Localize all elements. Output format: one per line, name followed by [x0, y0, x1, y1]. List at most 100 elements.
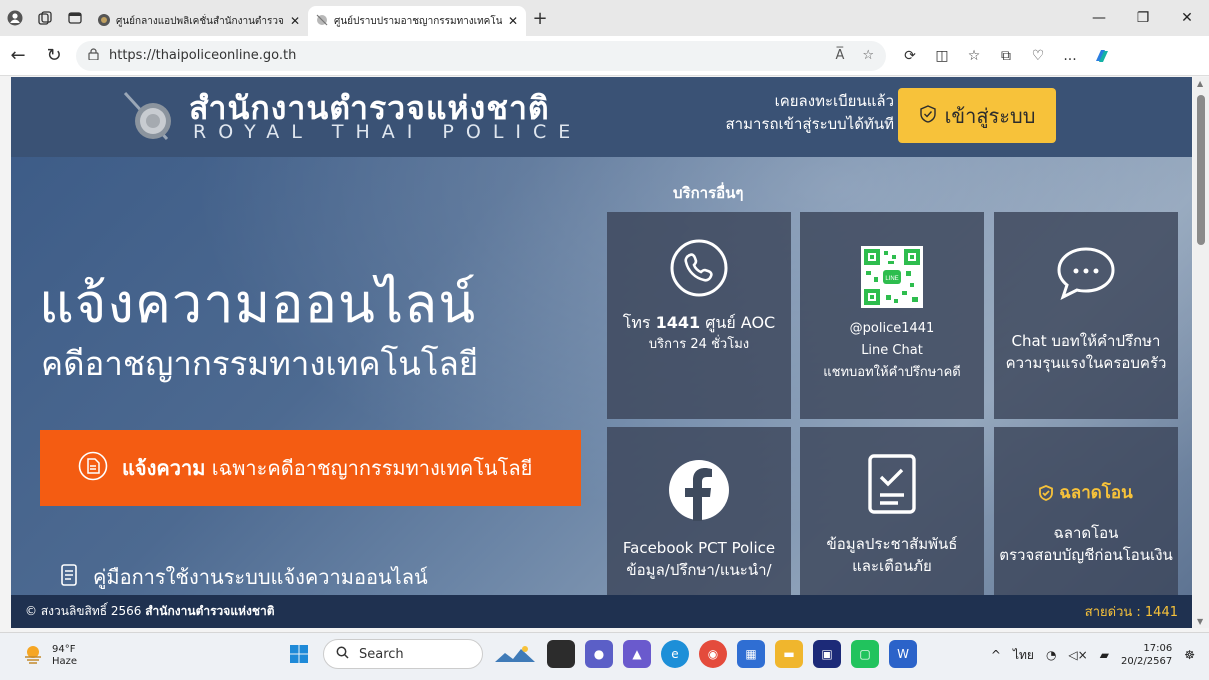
tab-app-center[interactable]: ศูนย์กลางแอปพลิเคชั่นสำนักงานตำรวจ ✕	[90, 6, 308, 36]
favorites-icon[interactable]: ☆	[958, 40, 990, 72]
card-line-handle: @police1441	[849, 321, 935, 336]
store-icon[interactable]: ▦	[737, 640, 765, 668]
profile-icon[interactable]	[0, 3, 30, 33]
police-emblem-logo[interactable]	[121, 87, 181, 147]
favorite-star-icon[interactable]: ☆	[862, 48, 874, 63]
page-scrollbar[interactable]: ▲ ▼	[1193, 77, 1209, 628]
card-chalad-line1: ฉลาดโอน	[1053, 524, 1119, 542]
chalad-on-logo: ฉลาดโอน	[1039, 479, 1133, 506]
login-button[interactable]: เข้าสู่ระบบ	[898, 88, 1056, 143]
workspaces-icon[interactable]	[30, 3, 60, 33]
chat-bubbles-icon	[1051, 244, 1121, 308]
service-card-chatbot-family[interactable]: Chat บอทให้คำปรึกษา ความรุนแรงในครอบครัว	[994, 212, 1178, 419]
close-window-icon[interactable]: ✕	[1165, 0, 1209, 36]
card-pr-line1: ข้อมูลประชาสัมพันธ์	[826, 535, 958, 553]
more-menu-icon[interactable]: ...	[1054, 40, 1086, 72]
notifications-icon[interactable]: ☸	[1184, 648, 1195, 662]
close-tab-icon[interactable]: ✕	[290, 14, 300, 28]
service-card-facebook[interactable]: Facebook PCT Police ข้อมูล/ปรึกษา/แนะนำ/	[607, 427, 791, 595]
word-icon[interactable]: W	[889, 640, 917, 668]
line-qr-code: LINE	[861, 246, 923, 312]
scroll-up-icon[interactable]: ▲	[1197, 79, 1203, 88]
extensions-icon[interactable]: ⟳	[894, 40, 926, 72]
site-footer: © สงวนลิขสิทธิ์ 2566 สำนักงานตำรวจแห่งชา…	[11, 595, 1192, 628]
report-label-rest: เฉพาะคดีอาชญากรรมทางเทคโนโลยี	[211, 456, 533, 480]
site-title-en: ROYAL THAI POLICE	[193, 121, 583, 143]
edge-icon[interactable]: e	[661, 640, 689, 668]
line-app-icon[interactable]: ▢	[851, 640, 879, 668]
police-favicon-icon	[98, 13, 110, 29]
windows-taskbar: 94°F Haze Search ● ▲ e ◉ ▦ ▬ ▣ ▢ W ^ ไทย…	[0, 632, 1209, 680]
back-button[interactable]: ←	[0, 38, 36, 74]
registered-line-1: เคยลงทะเบียนแล้ว	[774, 92, 894, 110]
read-aloud-icon[interactable]: A̅	[835, 48, 844, 63]
report-crime-button[interactable]: แจ้งความ เฉพาะคดีอาชญากรรมทางเทคโนโลยี	[40, 430, 581, 506]
svg-text:LINE: LINE	[885, 276, 898, 282]
refresh-button[interactable]: ↻	[36, 38, 72, 74]
service-card-chalad-on[interactable]: ฉลาดโอน ฉลาดโอน ตรวจสอบบัญชีก่อนโอนเงิน	[994, 427, 1178, 595]
clock-date: 20/2/2567	[1120, 656, 1173, 667]
language-indicator[interactable]: ไทย	[1013, 646, 1034, 665]
landscape-widget-icon[interactable]	[493, 640, 537, 668]
browser-essentials-icon[interactable]: ♡	[1022, 40, 1054, 72]
hero-title: แจ้งความออนไลน์	[39, 272, 477, 335]
copilot-icon[interactable]	[1086, 40, 1118, 72]
collections-icon[interactable]: ⧉	[990, 40, 1022, 72]
search-icon	[336, 646, 349, 663]
taskbar-search[interactable]: Search	[323, 639, 483, 669]
tab-actions-icon[interactable]	[60, 3, 90, 33]
police-favicon-icon	[316, 14, 328, 29]
new-tab-button[interactable]: +	[526, 8, 554, 29]
url-field[interactable]: https://thaipoliceonline.go.th A̅ ☆	[76, 40, 886, 71]
windows-start-icon[interactable]	[285, 640, 313, 668]
scroll-down-icon[interactable]: ▼	[1197, 617, 1203, 626]
document-icon	[78, 451, 108, 486]
system-tray: ^ ไทย ◔ ◁× ▰ 17:06 20/2/2567 ☸	[991, 642, 1195, 668]
facebook-icon	[668, 459, 730, 525]
weather-temp: 94°F	[52, 644, 76, 655]
sun-haze-icon	[22, 643, 44, 669]
file-explorer-icon[interactable]: ▬	[775, 640, 803, 668]
taskbar-apps: Search ● ▲ e ◉ ▦ ▬ ▣ ▢ W	[285, 639, 917, 669]
card-facebook-line2: ข้อมูล/ปรึกษา/แนะนำ/	[626, 561, 772, 579]
tab-cyber-crime[interactable]: ศูนย์ปราบปรามอาชญากรรมทางเทคโนโ ✕	[308, 6, 526, 36]
split-screen-icon[interactable]: ◫	[926, 40, 958, 72]
checklist-doc-icon	[867, 453, 917, 519]
shield-check-icon	[919, 104, 937, 128]
app-w-icon[interactable]: ▣	[813, 640, 841, 668]
card-chalad-line2: ตรวจสอบบัญชีก่อนโอนเงิน	[999, 546, 1173, 564]
card-chatbot-line2: ความรุนแรงในครอบครัว	[1005, 354, 1167, 372]
chevron-up-icon[interactable]: ^	[991, 648, 1001, 662]
arc-icon[interactable]: ▲	[623, 640, 651, 668]
task-view-icon[interactable]	[547, 640, 575, 668]
tab-title: ศูนย์ปราบปรามอาชญากรรมทางเทคโนโ	[334, 15, 502, 27]
service-card-announcements[interactable]: ข้อมูลประชาสัมพันธ์ และเตือนภัย	[800, 427, 984, 595]
weather-widget[interactable]: 94°F Haze	[22, 643, 77, 669]
clock[interactable]: 17:06 20/2/2567	[1121, 642, 1172, 668]
user-manual-link[interactable]: คู่มือการใช้งานระบบแจ้งความออนไลน์	[61, 561, 428, 593]
meet-icon[interactable]: ●	[585, 640, 613, 668]
clock-time: 17:06	[1143, 643, 1173, 654]
minimize-icon[interactable]: —	[1077, 0, 1121, 36]
registered-note: เคยลงทะเบียนแล้ว สามารถเข้าสู่ระบบได้ทัน…	[726, 90, 894, 136]
service-card-call-aoc[interactable]: โทร 1441 ศูนย์ AOC บริการ 24 ชั่วโมง	[607, 212, 791, 419]
copyright-text: © สงวนลิขสิทธิ์ 2566 สำนักงานตำรวจแห่งชา…	[25, 604, 275, 618]
battery-icon[interactable]: ▰	[1100, 648, 1109, 662]
other-services-title: บริการอื่นๆ	[673, 184, 744, 202]
chrome-icon[interactable]: ◉	[699, 640, 727, 668]
report-label-bold: แจ้งความ	[122, 456, 206, 480]
window-controls: — ❐ ✕	[1077, 0, 1209, 36]
card-call-line2: บริการ 24 ชั่วโมง	[648, 337, 750, 352]
service-card-line-chat[interactable]: LINE @police1441 Line Chat แชทบอทให้คำปร…	[800, 212, 984, 419]
volume-icon[interactable]: ◁×	[1068, 648, 1087, 662]
wifi-icon[interactable]: ◔	[1046, 648, 1056, 662]
scroll-thumb[interactable]	[1197, 95, 1205, 245]
manual-label: คู่มือการใช้งานระบบแจ้งความออนไลน์	[93, 565, 428, 589]
hotline-text[interactable]: สายด่วน : 1441	[1085, 601, 1178, 622]
url-text: https://thaipoliceonline.go.th	[109, 48, 297, 63]
close-tab-icon[interactable]: ✕	[508, 14, 518, 28]
card-call-line1: โทร 1441 ศูนย์ AOC	[622, 313, 776, 332]
lock-icon[interactable]	[88, 48, 99, 63]
restore-icon[interactable]: ❐	[1121, 0, 1165, 36]
browser-window: ศูนย์กลางแอปพลิเคชั่นสำนักงานตำรวจ ✕ ศูน…	[0, 0, 1209, 680]
